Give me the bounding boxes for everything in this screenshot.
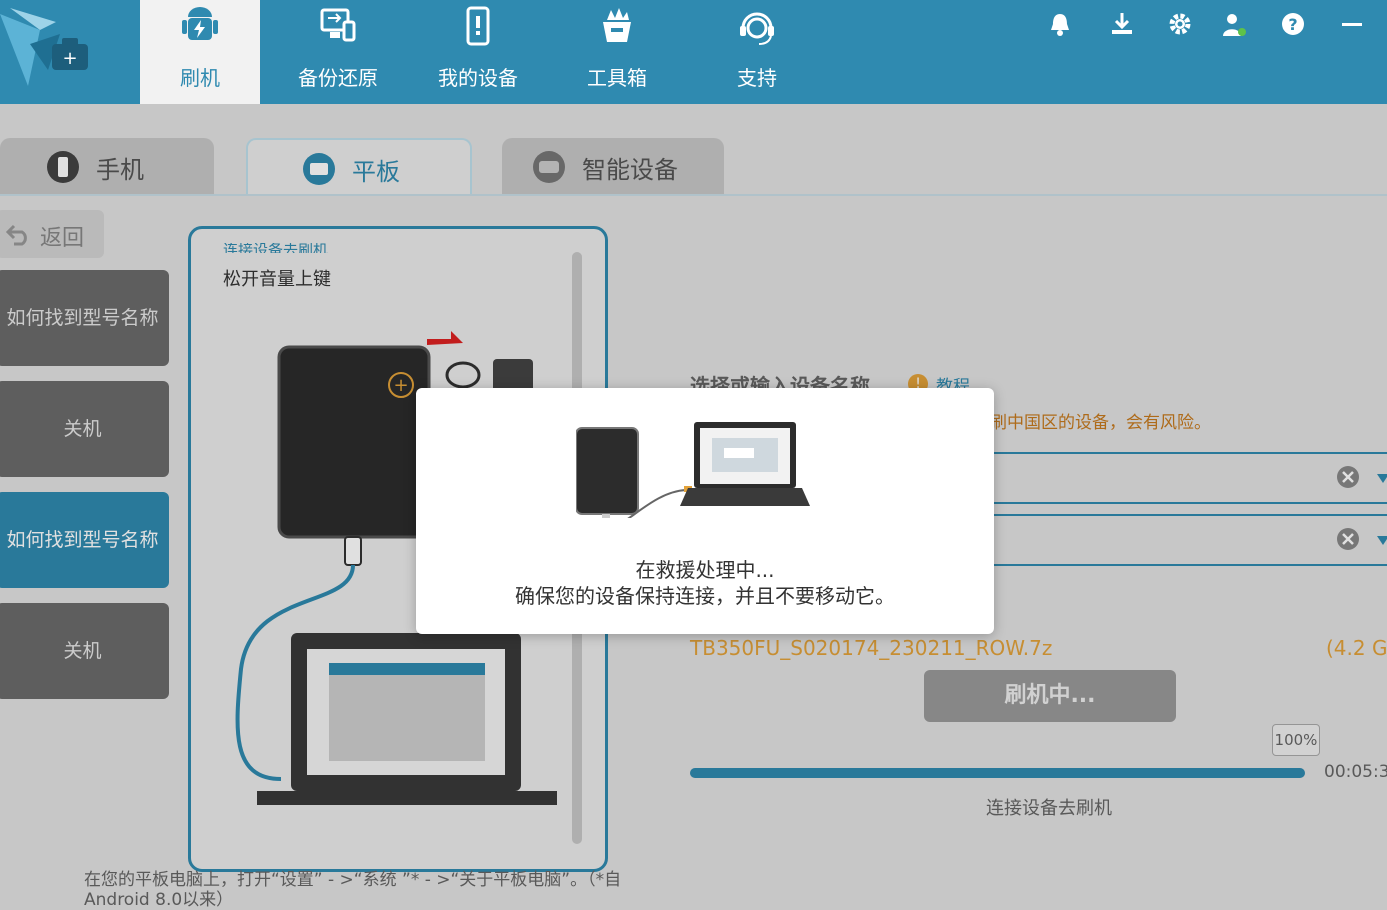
nav-support-label: 支持 [737, 66, 777, 90]
nav-flash-label: 刷机 [180, 66, 220, 90]
backup-restore-icon [320, 8, 356, 42]
svg-text:?: ? [1288, 15, 1297, 34]
support-headset-icon [740, 12, 774, 45]
tablet-to-laptop-connection-icon [576, 422, 810, 518]
top-bar: + 刷机 备份还原 我的设备 工具箱 支持 ? [0, 0, 1387, 104]
nav-support[interactable]: 支持 [697, 0, 817, 104]
nav-backup-restore[interactable]: 备份还原 [278, 0, 398, 104]
gear-icon[interactable] [1166, 10, 1194, 38]
nav-my-device-label: 我的设备 [438, 66, 518, 90]
minimize-icon[interactable] [1338, 10, 1366, 38]
nav-backup-restore-label: 备份还原 [298, 66, 378, 90]
modal-message-line2: 确保您的设备保持连接，并且不要移动它。 [515, 584, 895, 608]
my-device-icon [466, 6, 490, 46]
rescue-modal: 在救援处理中... 确保您的设备保持连接，并且不要移动它。 [416, 388, 994, 634]
toolbox-icon [603, 8, 631, 42]
download-icon[interactable] [1108, 10, 1136, 38]
app-logo-icon: + [0, 8, 88, 86]
nav-flash[interactable]: 刷机 [140, 0, 260, 104]
bell-icon[interactable] [1046, 10, 1074, 38]
svg-text:+: + [62, 48, 77, 69]
nav-toolbox-label: 工具箱 [587, 66, 647, 90]
help-icon[interactable]: ? [1279, 10, 1307, 38]
user-icon[interactable] [1220, 10, 1248, 38]
nav-toolbox[interactable]: 工具箱 [557, 0, 677, 104]
nav-my-device[interactable]: 我的设备 [418, 0, 538, 104]
modal-message-line1: 在救援处理中... [635, 558, 775, 582]
android-icon [182, 7, 218, 40]
